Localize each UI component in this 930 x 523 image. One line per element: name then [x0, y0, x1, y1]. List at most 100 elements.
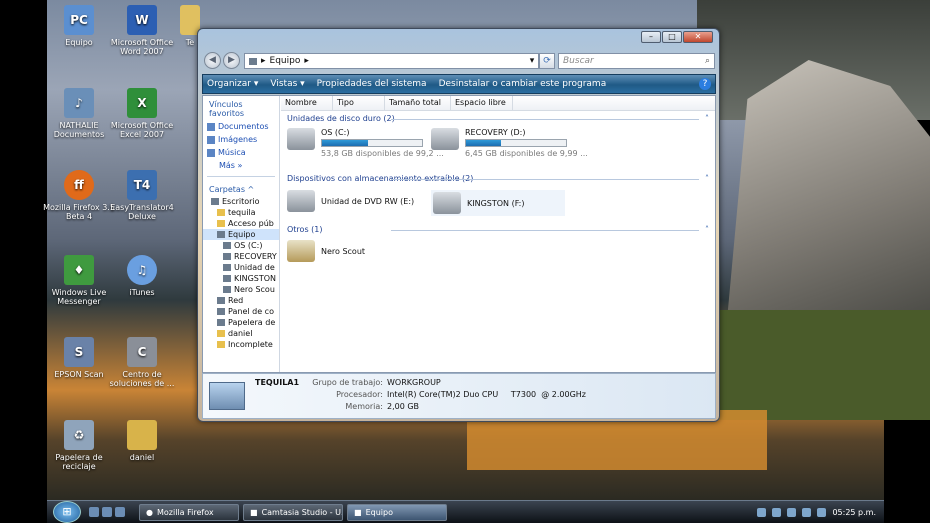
- drive-item-recovery-d[interactable]: RECOVERY (D:) 6,45 GB disponibles de 9,9…: [431, 128, 588, 158]
- forward-button[interactable]: ▶: [223, 52, 240, 69]
- excel-icon: X: [127, 88, 157, 118]
- organize-menu[interactable]: Organizar ▾: [207, 79, 258, 89]
- tree-item-acceso-publico[interactable]: Acceso púb: [203, 218, 279, 229]
- quick-launch-icon[interactable]: [89, 507, 99, 517]
- start-button[interactable]: ⊞: [53, 501, 81, 523]
- group-header-other[interactable]: Otros (1) ˄: [281, 222, 715, 238]
- desktop-icon-easytranslator[interactable]: T4 EasyTranslator4 Deluxe: [106, 170, 178, 221]
- system-properties-button[interactable]: Propiedades del sistema: [317, 79, 427, 89]
- tray-icon[interactable]: [787, 507, 797, 517]
- address-separator-icon: ▸: [304, 56, 309, 66]
- desktop-icon-firefox[interactable]: ff Mozilla Firefox 3.5 Beta 4: [43, 170, 115, 221]
- tree-item-tequila[interactable]: tequila: [203, 207, 279, 218]
- processor-label: Procesador:: [336, 390, 383, 399]
- wallpaper-mountain: [727, 60, 930, 320]
- search-icon[interactable]: ⌕: [705, 56, 710, 66]
- tree-item-incomplete[interactable]: Incomplete: [203, 339, 279, 350]
- tree-label: Red: [228, 296, 244, 305]
- refresh-button[interactable]: ⟳: [539, 53, 555, 69]
- group-label: Dispositivos con almacenamiento extraíbl…: [287, 174, 474, 183]
- memory-label: Memoria:: [345, 402, 383, 411]
- taskbar-button-equipo[interactable]: ■ Equipo: [347, 503, 447, 521]
- back-button[interactable]: ◀: [204, 52, 221, 69]
- address-dropdown-icon[interactable]: ▾: [526, 56, 538, 66]
- quick-launch-icon[interactable]: [102, 507, 112, 517]
- tray-icon[interactable]: [772, 507, 782, 517]
- help-icon[interactable]: ?: [699, 78, 711, 90]
- collapse-icon[interactable]: ˄: [705, 113, 709, 125]
- column-espacio-libre[interactable]: Espacio libre: [451, 96, 513, 110]
- content-pane: Nombre Tipo Tamaño total Espacio libre U…: [281, 96, 715, 372]
- tree-label: Equipo: [228, 230, 256, 239]
- group-header-removable[interactable]: Dispositivos con almacenamiento extraíbl…: [281, 171, 715, 187]
- desktop-icon-nathalie[interactable]: ♪ NATHALIE Documentos: [43, 88, 115, 139]
- drive-item-os-c[interactable]: OS (C:) 53,8 GB disponibles de 99,2 ...: [287, 128, 444, 158]
- column-tamano-total[interactable]: Tamaño total: [385, 96, 451, 110]
- tray-icon[interactable]: [802, 507, 812, 517]
- tree-label: RECOVERY: [234, 252, 277, 261]
- clock[interactable]: 05:25 p.m.: [832, 508, 876, 517]
- drive-item-dvd-e[interactable]: Unidad de DVD RW (E:): [287, 190, 414, 212]
- close-button[interactable]: ✕: [683, 31, 713, 43]
- more-favorites-link[interactable]: Más »: [203, 159, 279, 172]
- folder-icon: [127, 420, 157, 450]
- desktop-icon-recycle-bin[interactable]: ♻ Papelera de reciclaje: [43, 420, 115, 471]
- desktop-icon-centro[interactable]: C Centro de soluciones de ...: [106, 337, 178, 388]
- address-bar[interactable]: ▸ Equipo ▸ ▾: [244, 53, 539, 69]
- desktop-icon-equipo[interactable]: PC Equipo: [43, 5, 115, 47]
- tree-item-equipo[interactable]: Equipo: [203, 229, 279, 240]
- collapse-icon[interactable]: ˄: [705, 173, 709, 185]
- drive-name: OS (C:): [321, 128, 350, 137]
- volume-icon[interactable]: [817, 507, 827, 517]
- recycle-bin-icon: [217, 319, 225, 326]
- favorite-documents[interactable]: Documentos: [203, 120, 279, 133]
- column-nombre[interactable]: Nombre: [281, 96, 333, 110]
- maximize-button[interactable]: □: [662, 31, 682, 43]
- tree-label: daniel: [228, 329, 253, 338]
- folders-heading[interactable]: Carpetas ^: [203, 181, 279, 196]
- tree-item-recovery[interactable]: RECOVERY: [203, 251, 279, 262]
- tree-item-escritorio[interactable]: Escritorio: [203, 196, 279, 207]
- taskbar-button-camtasia[interactable]: ■ Camtasia Studio - U...: [243, 503, 343, 521]
- documents-icon: [207, 122, 215, 131]
- tree-item-panel-control[interactable]: Panel de co: [203, 306, 279, 317]
- desktop-icon-messenger[interactable]: ♦ Windows Live Messenger: [43, 255, 115, 306]
- drive-item-kingston-f[interactable]: KINGSTON (F:): [431, 190, 565, 216]
- desktop-icon-label: EPSON Scan: [54, 370, 104, 379]
- desktop-icon-excel[interactable]: X Microsoft Office Excel 2007: [106, 88, 178, 139]
- favorite-music[interactable]: Música: [203, 146, 279, 159]
- quick-launch: [89, 507, 125, 517]
- desktop-icon-word[interactable]: W Microsoft Office Word 2007: [106, 5, 178, 56]
- tree-item-dvd[interactable]: Unidad de: [203, 262, 279, 273]
- tree-item-os-c[interactable]: OS (C:): [203, 240, 279, 251]
- tree-item-nero-scout[interactable]: Nero Scou: [203, 284, 279, 295]
- tree-item-red[interactable]: Red: [203, 295, 279, 306]
- uninstall-program-button[interactable]: Desinstalar o cambiar este programa: [439, 79, 607, 89]
- tree-item-kingston[interactable]: KINGSTON: [203, 273, 279, 284]
- desktop-icon-label: EasyTranslator4 Deluxe: [110, 203, 174, 221]
- search-input[interactable]: Buscar ⌕: [558, 53, 715, 69]
- views-menu[interactable]: Vistas ▾: [270, 79, 304, 89]
- desktop-icon-itunes[interactable]: ♫ iTunes: [106, 255, 178, 297]
- favorite-images[interactable]: Imágenes: [203, 133, 279, 146]
- desktop-icon-label: Windows Live Messenger: [51, 288, 107, 306]
- drive-icon: [223, 242, 231, 249]
- group-header-hdd[interactable]: Unidades de disco duro (2) ˄: [281, 111, 715, 127]
- desktop-icon-epson[interactable]: S EPSON Scan: [43, 337, 115, 379]
- tray-icon[interactable]: [757, 507, 767, 517]
- collapse-icon[interactable]: ˄: [705, 224, 709, 236]
- desktop-icon-daniel[interactable]: daniel: [106, 420, 178, 462]
- desktop-icon-label: Microsoft Office Excel 2007: [110, 121, 174, 139]
- minimize-button[interactable]: –: [641, 31, 661, 43]
- desktop-icon-label: Equipo: [65, 38, 93, 47]
- search-placeholder: Buscar: [563, 56, 594, 66]
- item-nero-scout[interactable]: Nero Scout: [287, 240, 365, 262]
- tree-item-papelera[interactable]: Papelera de: [203, 317, 279, 328]
- quick-launch-icon[interactable]: [115, 507, 125, 517]
- capacity-fill: [466, 140, 501, 146]
- nero-scout-icon: [287, 240, 315, 262]
- drive-info: RECOVERY (D:) 6,45 GB disponibles de 9,9…: [465, 128, 588, 158]
- taskbar-button-firefox[interactable]: ● Mozilla Firefox: [139, 503, 239, 521]
- column-tipo[interactable]: Tipo: [333, 96, 385, 110]
- tree-item-daniel[interactable]: daniel: [203, 328, 279, 339]
